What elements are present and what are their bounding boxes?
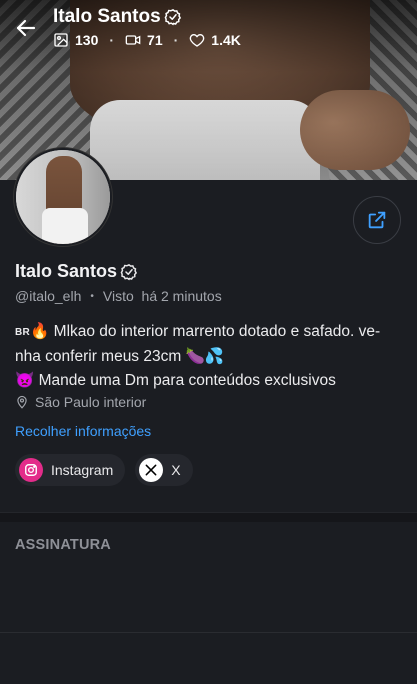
subscription-title: ASSINATURA xyxy=(15,537,111,553)
photos-stat: 130 xyxy=(53,32,98,48)
profile-bio: BR🔥 Mlkao do interior marrento dotado e … xyxy=(15,320,405,393)
profile-meta: @italo_elh • Visto há 2 minutos xyxy=(15,288,222,304)
bio-country-tag: BR xyxy=(15,327,31,338)
instagram-label: Instagram xyxy=(51,462,114,478)
avatar[interactable] xyxy=(14,148,112,246)
bio-line: nha conferir meus 23cm 🍆💦 xyxy=(15,348,225,365)
share-icon xyxy=(368,211,386,229)
location-pin-icon xyxy=(17,395,27,409)
x-icon xyxy=(139,458,164,482)
video-icon xyxy=(125,35,141,45)
verified-icon xyxy=(120,263,138,281)
bio-line: BR🔥 Mlkao do interior marrento dotado e … xyxy=(15,320,405,345)
section-divider xyxy=(0,512,417,522)
x-label: X xyxy=(171,462,181,478)
bio-line-text: 🔥 Mlkao do interior marrento dotado e sa… xyxy=(30,323,381,340)
location: São Paulo interior xyxy=(15,394,146,410)
profile-name-text: Italo Santos xyxy=(15,261,118,281)
back-button[interactable] xyxy=(14,16,38,40)
instagram-icon xyxy=(19,458,43,482)
heart-icon xyxy=(190,33,205,47)
likes-stat: 1.4K xyxy=(189,32,241,48)
videos-stat: 71 xyxy=(125,32,163,48)
profile-name: Italo Santos xyxy=(15,261,138,282)
header-stats: 130 · 71 · 1.4K xyxy=(53,32,241,48)
section-divider xyxy=(0,632,417,633)
top-bar: Italo Santos 130 · 71 · 1.4K xyxy=(0,0,417,60)
instagram-link[interactable]: Instagram xyxy=(15,454,126,486)
arrow-left-icon xyxy=(16,19,36,37)
stat-separator: · xyxy=(109,32,115,48)
bio-line: 👿 Mande uma Dm para conteúdos exclusivos xyxy=(15,372,336,389)
image-icon xyxy=(54,33,68,47)
videos-count: 71 xyxy=(147,32,163,48)
location-text: São Paulo interior xyxy=(35,394,147,410)
social-links: Instagram X xyxy=(15,454,193,486)
header-name: Italo Santos xyxy=(53,6,182,28)
header-name-text: Italo Santos xyxy=(53,6,161,27)
photos-count: 130 xyxy=(75,32,99,48)
collapse-info-link[interactable]: Recolher informações xyxy=(15,423,151,439)
share-button[interactable] xyxy=(353,196,401,244)
likes-count: 1.4K xyxy=(211,32,241,48)
x-link[interactable]: X xyxy=(135,454,193,486)
last-seen: Visto há 2 minutos xyxy=(102,288,222,304)
stat-separator: · xyxy=(173,32,179,48)
meta-separator: • xyxy=(90,290,94,302)
profile-handle: @italo_elh xyxy=(15,288,82,304)
verified-icon xyxy=(164,8,182,26)
